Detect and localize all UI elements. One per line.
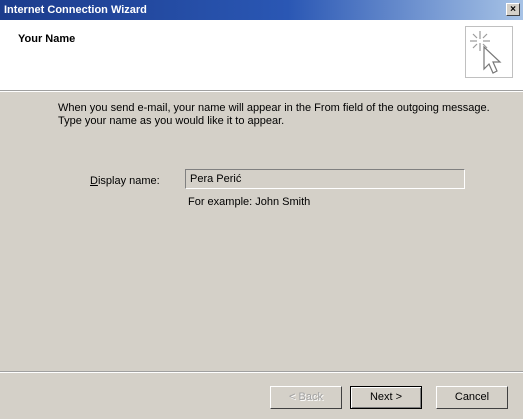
footer-divider-highlight bbox=[0, 372, 523, 373]
wizard-cursor-sparkle-icon bbox=[465, 26, 513, 78]
wizard-header: Your Name bbox=[0, 20, 523, 91]
back-button[interactable]: < Back bbox=[270, 386, 342, 409]
display-name-example: For example: John Smith bbox=[188, 196, 311, 208]
display-name-label: Display name: bbox=[90, 175, 160, 187]
cancel-button[interactable]: Cancel bbox=[436, 386, 508, 409]
close-button[interactable]: × bbox=[506, 3, 520, 16]
page-title: Your Name bbox=[18, 33, 76, 45]
display-name-input[interactable] bbox=[185, 169, 465, 189]
header-divider bbox=[0, 91, 523, 92]
title-bar: Internet Connection Wizard × bbox=[0, 0, 523, 20]
next-button[interactable]: Next > bbox=[350, 386, 422, 409]
description-text: When you send e-mail, your name will app… bbox=[58, 102, 490, 127]
window-title: Internet Connection Wizard bbox=[4, 4, 147, 16]
